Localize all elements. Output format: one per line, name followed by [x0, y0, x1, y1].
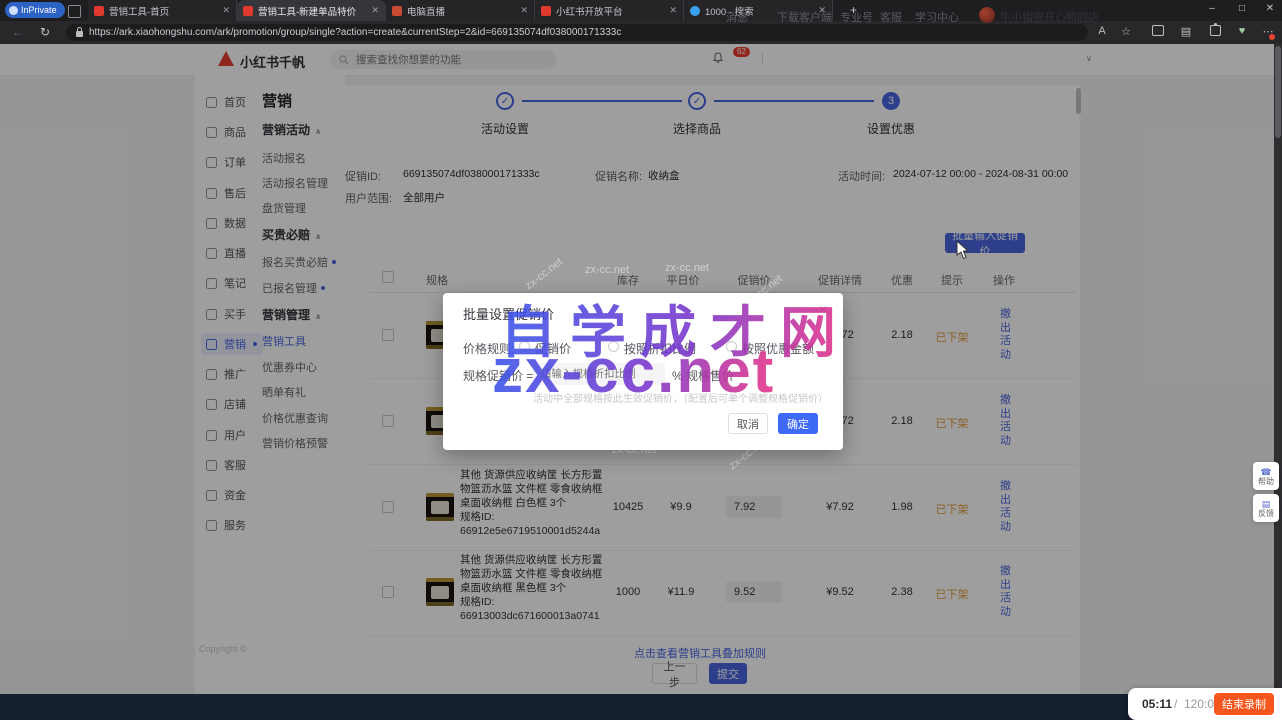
tab-workspace-icon[interactable]	[68, 5, 81, 18]
tab-open-platform[interactable]: 小红书开放平台 ✕	[535, 0, 684, 21]
tab-marketing-new-special[interactable]: 营销工具-新建单品特价 ✕	[237, 0, 386, 21]
tab-pc-live[interactable]: 电脑直播 ✕	[386, 0, 535, 21]
recording-elapsed: 05:11	[1142, 697, 1172, 711]
headset-icon: ☎	[1260, 467, 1271, 477]
window-minimize-button[interactable]: –	[1205, 3, 1219, 14]
help-floater[interactable]: ☎ 帮助	[1253, 462, 1279, 490]
ark-favicon	[243, 6, 253, 16]
inprivate-label: InPrivate	[21, 5, 57, 15]
url-field[interactable]: https://ark.xiaohongshu.com/ark/promotio…	[66, 24, 1088, 41]
tab-close-icon[interactable]: ✕	[371, 5, 379, 16]
shop-name[interactable]: 牛小帽很开心鸭的店	[1000, 9, 1099, 25]
download-client-link[interactable]: 下载客户端	[777, 9, 832, 25]
profile-icon	[9, 6, 18, 15]
stop-recording-button[interactable]: 结束录制	[1214, 693, 1274, 715]
tab-close-icon[interactable]: ✕	[222, 5, 230, 16]
recording-widget: 05:11 / 120:00 结束录制	[1128, 688, 1282, 720]
time-separator: /	[1174, 697, 1177, 711]
watermark: zx-cc.net	[585, 264, 629, 276]
confirm-button[interactable]: 确定	[778, 413, 818, 434]
tab-close-icon[interactable]: ✕	[669, 5, 677, 16]
url-text: https://ark.xiaohongshu.com/ark/promotio…	[89, 27, 621, 38]
split-screen-icon[interactable]	[1150, 25, 1166, 39]
favorites-star-icon[interactable]: ☆	[1118, 25, 1134, 38]
mouse-cursor	[956, 240, 970, 260]
browser-essentials-icon[interactable]: ♥	[1234, 25, 1250, 37]
lock-icon	[76, 31, 83, 37]
feedback-floater[interactable]: ▤ 反馈	[1253, 494, 1279, 522]
refresh-icon[interactable]: ↻	[40, 25, 50, 39]
browser-scrollbar	[1274, 44, 1282, 694]
xhs-favicon	[541, 6, 551, 16]
tab-marketing-home[interactable]: 营销工具-首页 ✕	[88, 0, 237, 21]
watermark: zx-cc.net	[665, 262, 709, 274]
live-favicon	[392, 6, 402, 16]
customer-service-link[interactable]: 客服	[880, 9, 902, 25]
learning-center-link[interactable]: 学习中心	[915, 9, 959, 25]
cancel-button[interactable]: 取消	[728, 413, 768, 434]
ark-favicon	[94, 6, 104, 16]
window-close-button[interactable]: ✕	[1263, 3, 1277, 14]
pro-account-link[interactable]: 专业号	[840, 9, 873, 25]
extensions-icon[interactable]	[1207, 25, 1223, 39]
taskbar	[0, 694, 1282, 720]
screen: InPrivate 营销工具-首页 ✕ 营销工具-新建单品特价 ✕ 电脑直播 ✕…	[0, 0, 1282, 720]
search-favicon	[690, 6, 700, 16]
collections-icon[interactable]: ▤	[1178, 25, 1194, 38]
inprivate-badge[interactable]: InPrivate	[5, 2, 65, 18]
read-aloud-icon[interactable]: A	[1094, 25, 1110, 37]
back-icon[interactable]: ←	[12, 25, 24, 39]
watermark-large: zx-cc.net	[492, 336, 775, 407]
shop-avatar[interactable]	[979, 7, 995, 23]
window-maximize-button[interactable]: □	[1235, 3, 1249, 14]
browser-scrollbar-thumb[interactable]	[1275, 46, 1281, 138]
notification-dot	[1268, 33, 1276, 41]
form-icon: ▤	[1262, 499, 1271, 509]
messages-link[interactable]: 消息	[726, 9, 748, 25]
tab-close-icon[interactable]: ✕	[520, 5, 528, 16]
